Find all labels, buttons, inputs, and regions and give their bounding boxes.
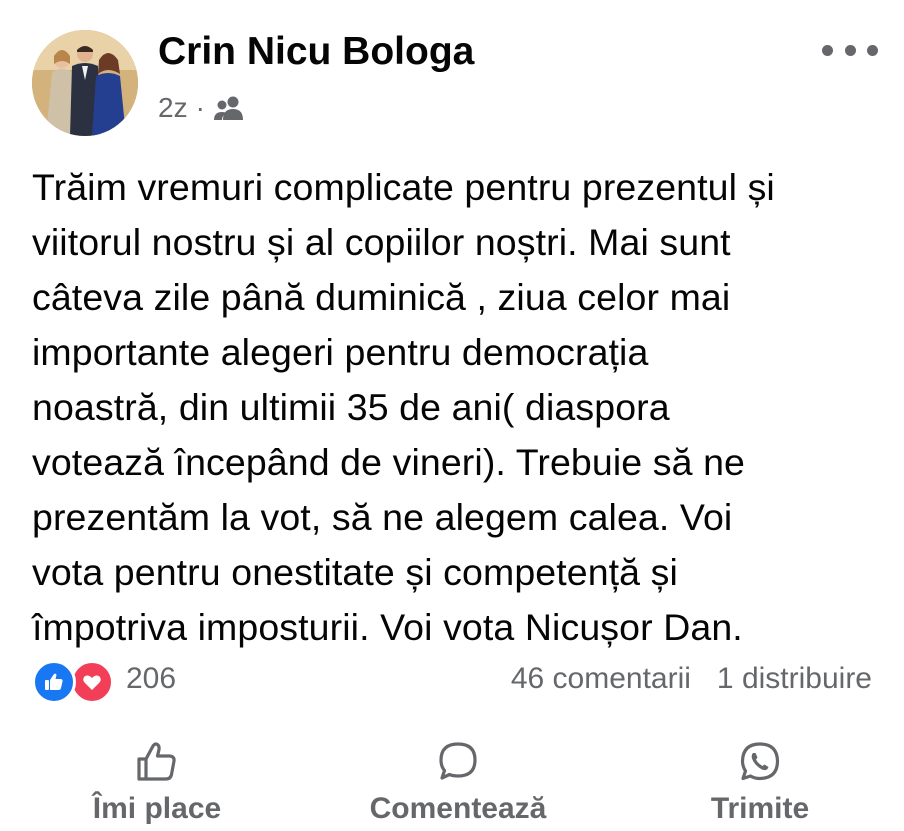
comments-count-link[interactable]: 46 comentarii bbox=[511, 662, 691, 696]
action-bar: Îmi place Comentează Trimite bbox=[0, 730, 904, 830]
whatsapp-icon bbox=[740, 742, 780, 781]
more-dot bbox=[844, 44, 856, 56]
post-meta: 2z · bbox=[158, 92, 245, 124]
like-label: Îmi place bbox=[92, 792, 222, 825]
shares-count-link[interactable]: 1 distribuire bbox=[717, 662, 872, 696]
comment-label: Comentează bbox=[369, 792, 547, 825]
reactions-summary[interactable]: 206 bbox=[32, 656, 177, 704]
post-message: Trăim vremuri complicate pentru prezentu… bbox=[32, 166, 775, 648]
more-dot bbox=[867, 44, 878, 56]
reaction-count: 206 bbox=[126, 662, 177, 695]
send-button[interactable]: Trimite bbox=[690, 730, 830, 830]
meta-separator: · bbox=[195, 92, 205, 123]
author-name[interactable]: Crin Nicu Bologa bbox=[158, 30, 474, 74]
author-avatar[interactable] bbox=[32, 30, 138, 136]
facebook-post: Crin Nicu Bologa 2z · Trăim vremuri comp… bbox=[0, 0, 904, 831]
comment-button[interactable]: Comentează bbox=[358, 730, 558, 830]
reaction-icons bbox=[32, 656, 120, 704]
send-label: Trimite bbox=[710, 792, 810, 825]
like-reaction-icon bbox=[32, 660, 76, 704]
more-dot bbox=[822, 44, 833, 56]
more-options-icon[interactable] bbox=[822, 38, 878, 62]
love-reaction-icon bbox=[70, 660, 114, 704]
comment-bubble-icon bbox=[439, 742, 477, 780]
like-button[interactable]: Îmi place bbox=[82, 730, 232, 830]
friends-icon[interactable] bbox=[213, 94, 245, 122]
engagement-counts: 46 comentarii 1 distribuire bbox=[511, 658, 872, 700]
thumbs-up-icon bbox=[137, 742, 176, 781]
post-time[interactable]: 2z bbox=[158, 92, 188, 124]
